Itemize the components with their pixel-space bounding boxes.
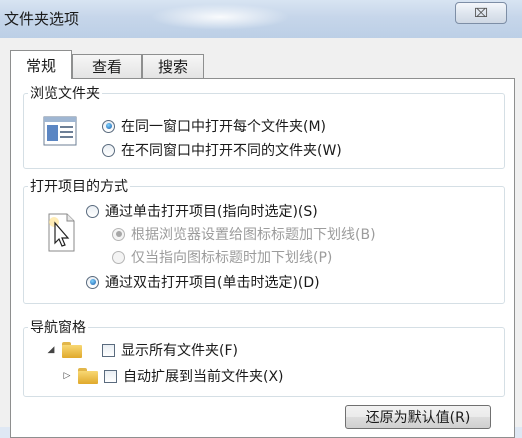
title-bar: 文件夹选项 ⌧ xyxy=(0,0,522,38)
new-window-radio[interactable] xyxy=(102,143,115,157)
general-tab-panel: 浏览文件夹 在同一窗口中打开每个文件夹(M) 在不同窗口中打开不同的文件夹(W)… xyxy=(10,78,515,438)
show-all-folders-checkbox[interactable] xyxy=(102,343,115,357)
collapsed-arrow-icon: ▷ xyxy=(63,371,71,381)
same-window-option[interactable]: 在同一窗口中打开每个文件夹(M) xyxy=(102,116,326,136)
same-window-radio[interactable] xyxy=(102,119,115,133)
underline-hover-label: 仅当指向图标标题时加下划线(P) xyxy=(131,250,333,266)
double-click-label: 通过双击打开项目(单击时选定)(D) xyxy=(105,275,320,291)
open-items-group: 打开项目的方式 通过单击打开项目(指向时选定)(S) 根据浏览器设置给图标标题加… xyxy=(23,176,505,304)
underline-hover-option[interactable]: 仅当指向图标标题时加下划线(P) xyxy=(112,247,332,267)
title-bar-glow xyxy=(150,4,290,30)
navigation-pane-title: 导航窗格 xyxy=(28,317,88,337)
double-click-option[interactable]: 通过双击打开项目(单击时选定)(D) xyxy=(86,272,320,292)
open-items-title: 打开项目的方式 xyxy=(28,176,130,196)
tab-general-label: 常规 xyxy=(25,56,56,75)
tab-search[interactable]: 搜索 xyxy=(142,54,204,78)
expanded-arrow-icon: ◢ xyxy=(47,345,55,355)
click-cursor-icon xyxy=(48,213,75,252)
tab-general[interactable]: 常规 xyxy=(10,50,72,79)
single-click-option[interactable]: 通过单击打开项目(指向时选定)(S) xyxy=(86,201,318,221)
single-click-label: 通过单击打开项目(指向时选定)(S) xyxy=(105,204,318,220)
folder-icon xyxy=(78,368,98,384)
new-window-option[interactable]: 在不同窗口中打开不同的文件夹(W) xyxy=(102,140,342,160)
single-click-radio[interactable] xyxy=(86,204,99,218)
tab-view[interactable]: 查看 xyxy=(72,54,142,78)
double-click-radio[interactable] xyxy=(86,275,99,289)
dialog-body: 常规 查看 搜索 浏览文件夹 在同一窗口中打开每个文件夹(M) 在不同窗口中打开… xyxy=(0,38,522,438)
close-icon: ⌧ xyxy=(474,6,488,20)
same-window-label: 在同一窗口中打开每个文件夹(M) xyxy=(121,119,327,135)
auto-expand-label: 自动扩展到当前文件夹(X) xyxy=(123,369,284,385)
browse-folders-title: 浏览文件夹 xyxy=(28,83,102,103)
underline-browser-option[interactable]: 根据浏览器设置给图标标题加下划线(B) xyxy=(112,224,376,244)
show-all-folders-label: 显示所有文件夹(F) xyxy=(121,343,238,359)
auto-expand-checkbox[interactable] xyxy=(104,369,117,383)
auto-expand-option[interactable]: ▷ 自动扩展到当前文件夹(X) xyxy=(62,366,284,386)
window-layout-icon xyxy=(43,116,77,146)
restore-defaults-button[interactable]: 还原为默认值(R) xyxy=(345,405,491,429)
browse-folders-group: 浏览文件夹 在同一窗口中打开每个文件夹(M) 在不同窗口中打开不同的文件夹(W) xyxy=(23,83,505,169)
window-title: 文件夹选项 xyxy=(4,10,80,28)
close-button[interactable]: ⌧ xyxy=(455,2,507,24)
restore-defaults-label: 还原为默认值(R) xyxy=(365,410,471,426)
navigation-pane-group: 导航窗格 ◢ 显示所有文件夹(F) ▷ 自动扩展到当前文件夹(X) xyxy=(23,317,505,397)
tab-view-label: 查看 xyxy=(91,58,122,76)
underline-hover-radio[interactable] xyxy=(112,250,125,264)
underline-browser-radio[interactable] xyxy=(112,227,125,241)
underline-browser-label: 根据浏览器设置给图标标题加下划线(B) xyxy=(131,227,376,243)
show-all-folders-option[interactable]: ◢ 显示所有文件夹(F) xyxy=(46,340,238,360)
new-window-label: 在不同窗口中打开不同的文件夹(W) xyxy=(121,143,342,159)
tab-search-label: 搜索 xyxy=(157,58,188,76)
folder-icon xyxy=(62,342,82,358)
